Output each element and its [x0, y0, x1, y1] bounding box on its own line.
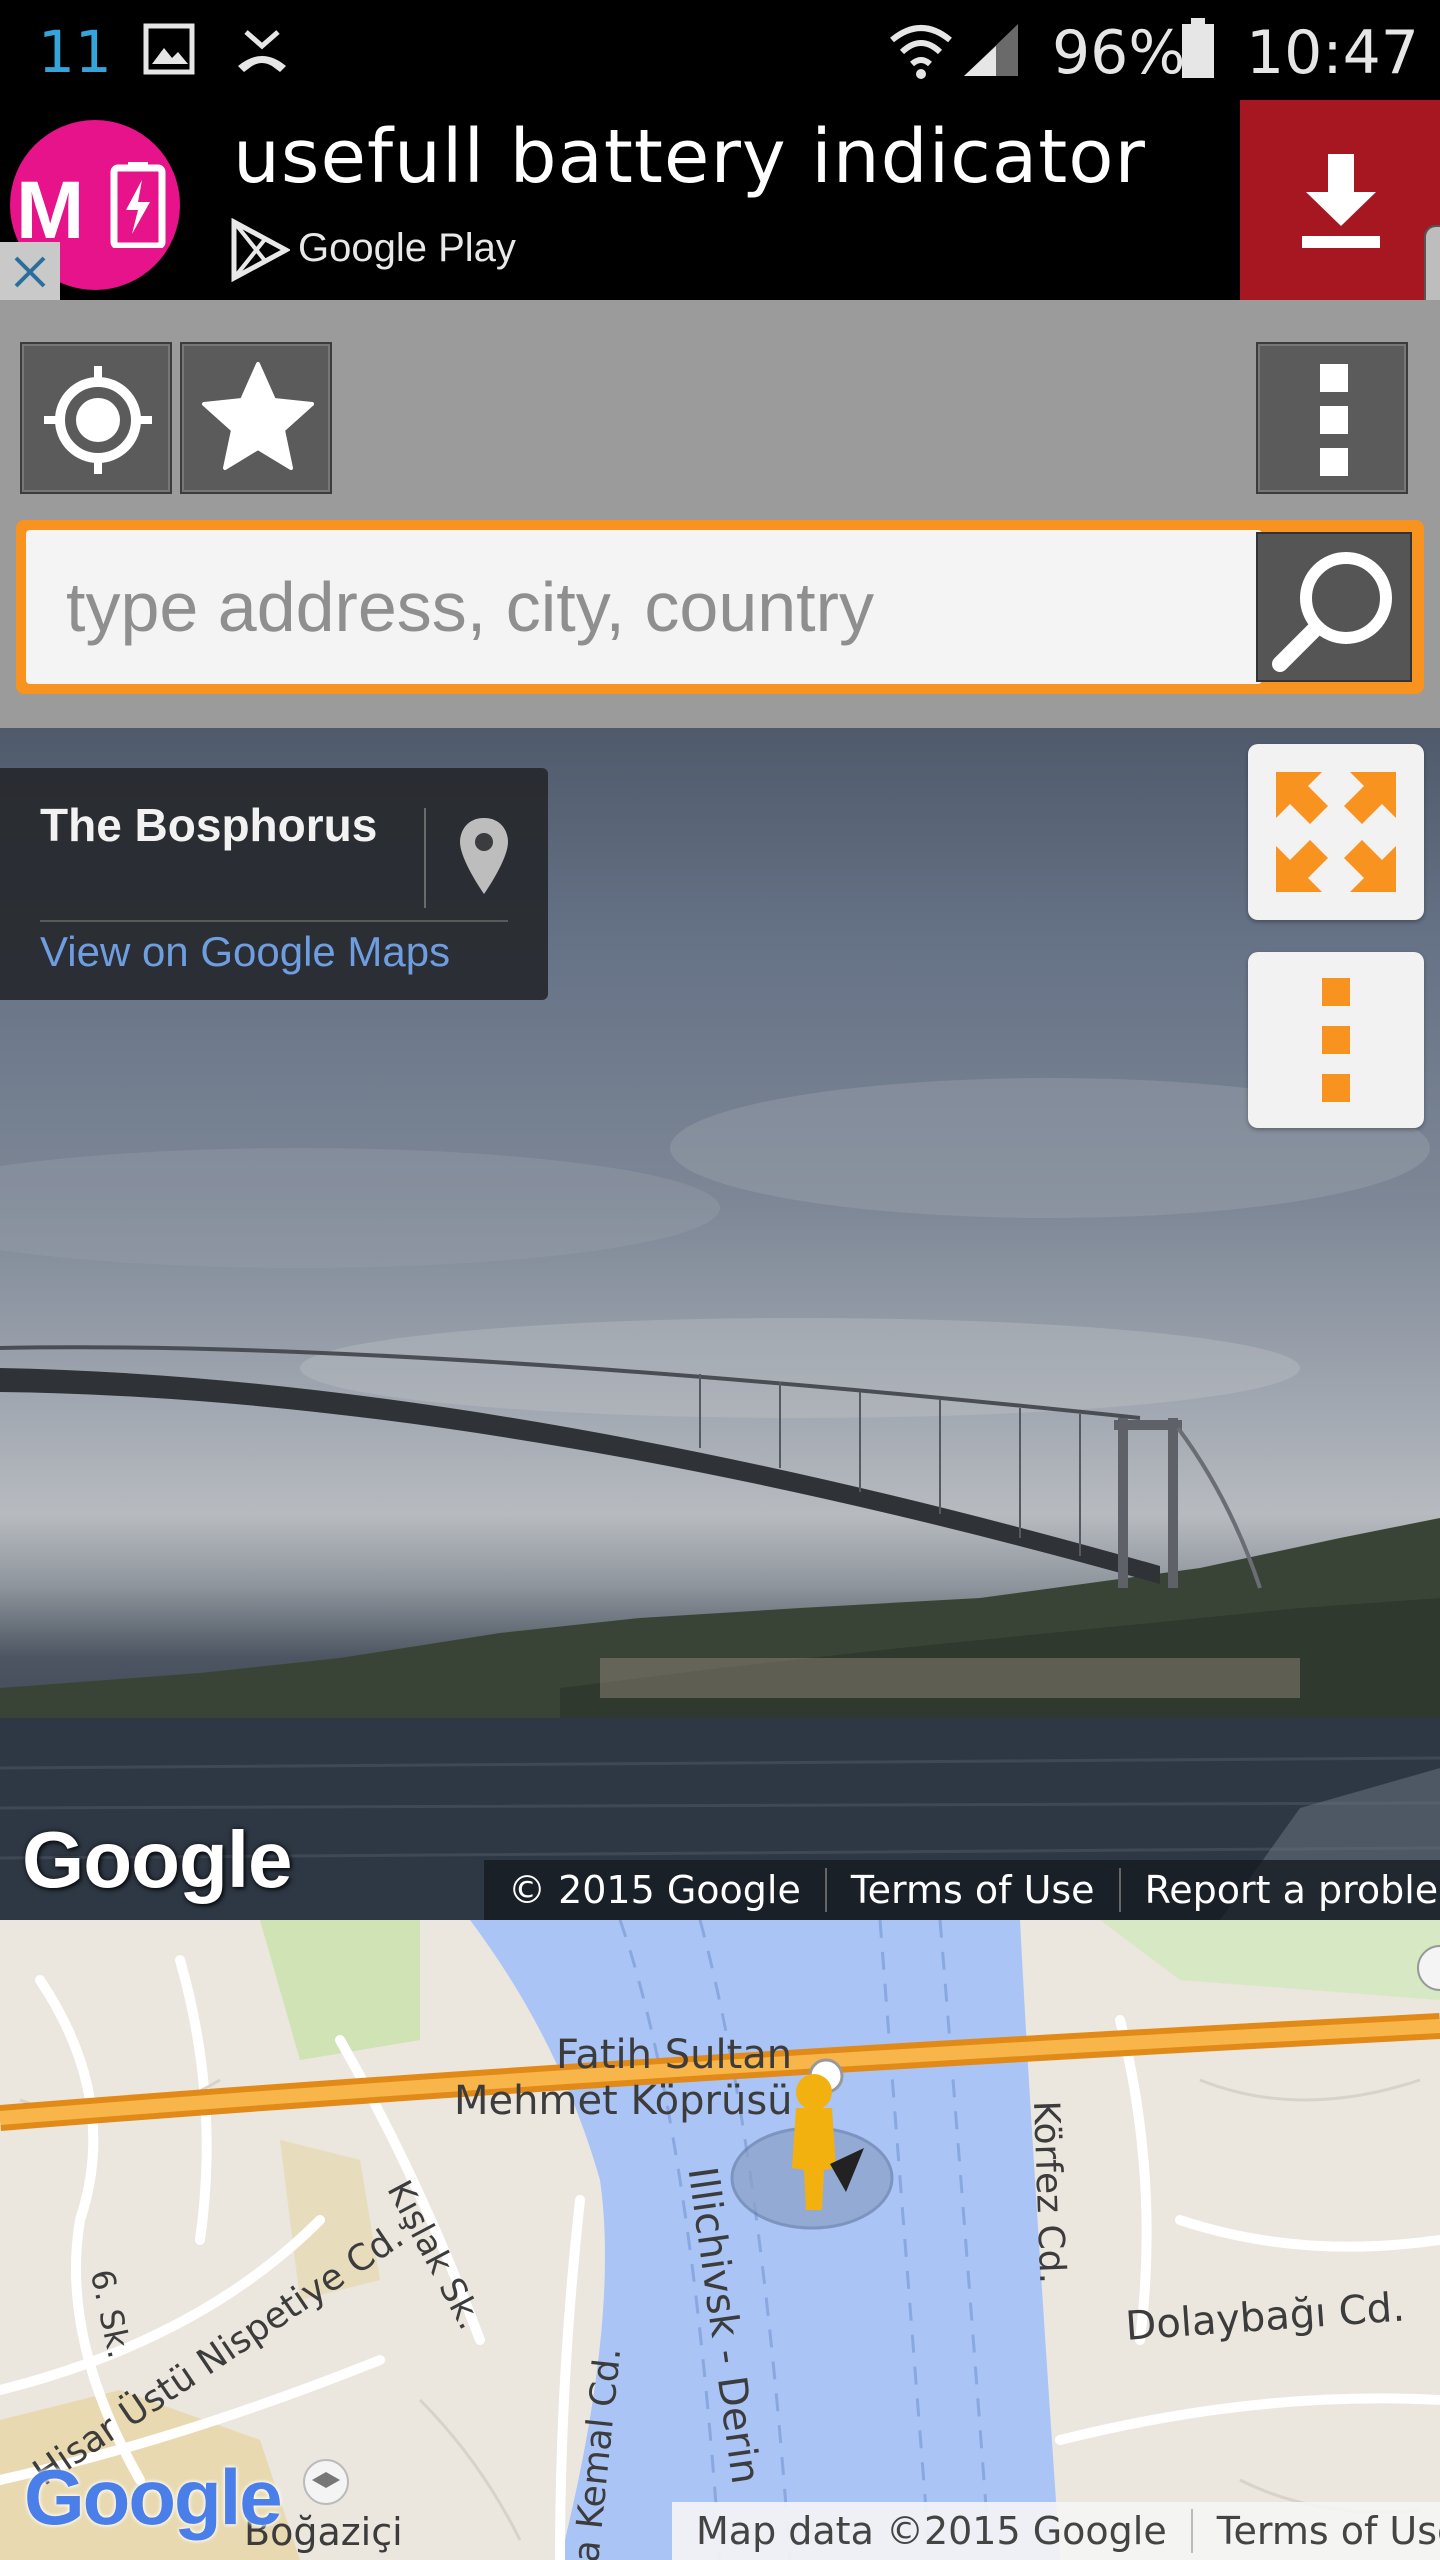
locate-button[interactable] — [20, 342, 172, 494]
crosshair-icon — [44, 366, 152, 474]
notification-count: 11 — [38, 18, 112, 86]
expand-icon — [1276, 772, 1396, 892]
map-label-bridge-line2: Mehmet Köprüsü — [454, 2078, 793, 2124]
battery-icon — [1182, 18, 1214, 78]
map-data-text: Map data ©2015 Google — [672, 2509, 1193, 2553]
map-attribution: Map data ©2015 Google Terms of Use — [672, 2502, 1440, 2560]
ad-store-name: Google Play — [298, 226, 516, 270]
place-info-card: The Bosphorus View on Google Maps — [0, 768, 548, 1000]
map-pin-icon[interactable] — [454, 814, 514, 898]
battery-bolt-icon — [110, 162, 166, 248]
download-icon — [1302, 154, 1380, 248]
clock: 10:47 — [1246, 18, 1419, 88]
map-label-korfez: Körfez Cd. — [1025, 2100, 1073, 2285]
ad-download-button[interactable] — [1240, 100, 1440, 300]
view-on-google-maps-link[interactable]: View on Google Maps — [40, 928, 450, 976]
map-label-bridge-line1: Fatih Sultan — [556, 2032, 793, 2078]
ad-title[interactable]: usefull battery indicator — [233, 114, 1146, 200]
place-title: The Bosphorus — [40, 799, 378, 851]
status-bar: 11 96% 10:47 — [0, 0, 1440, 100]
report-problem-link[interactable]: Report a problem — [1121, 1868, 1440, 1912]
terms-of-use-link[interactable]: Terms of Use — [827, 1868, 1121, 1912]
favorites-button[interactable] — [180, 342, 332, 494]
ad-store-badge[interactable]: Google Play — [230, 217, 516, 283]
star-icon — [202, 362, 314, 470]
card-separator — [40, 920, 508, 922]
toolbar — [0, 300, 1440, 728]
google-logo: Google — [22, 1815, 293, 1904]
fullscreen-button[interactable] — [1248, 744, 1424, 920]
street-view-options-button[interactable] — [1248, 952, 1424, 1128]
copyright-text: © 2015 Google — [484, 1868, 827, 1912]
gallery-icon — [143, 23, 195, 75]
battery-percent: 96% — [1052, 18, 1186, 88]
search-icon — [1272, 552, 1392, 672]
ad-banner[interactable]: M usefull battery indicator Google Play — [0, 100, 1440, 525]
more-vertical-icon — [1320, 364, 1348, 476]
street-view-panorama[interactable]: The Bosphorus View on Google Maps Google… — [0, 728, 1440, 1920]
missed-call-icon — [238, 30, 286, 72]
card-divider — [424, 808, 426, 908]
street-view-attribution: © 2015 Google Terms of Use Report a prob… — [484, 1860, 1440, 1920]
search-button[interactable] — [1256, 532, 1412, 682]
google-play-icon — [231, 217, 292, 283]
map-terms-link[interactable]: Terms of Use — [1193, 2509, 1440, 2553]
ad-close-button[interactable] — [0, 242, 60, 300]
close-icon — [14, 256, 46, 288]
search-input[interactable] — [26, 530, 1262, 684]
signal-icon — [964, 24, 1018, 76]
menu-button[interactable] — [1256, 342, 1408, 494]
wifi-icon — [890, 25, 952, 79]
map-google-logo: Google — [24, 2453, 283, 2541]
mini-map[interactable]: Fatih Sultan Mehmet Köprüsü Illichivsk -… — [0, 1920, 1440, 2560]
search-bar — [16, 520, 1424, 694]
more-vertical-icon — [1322, 978, 1350, 1102]
